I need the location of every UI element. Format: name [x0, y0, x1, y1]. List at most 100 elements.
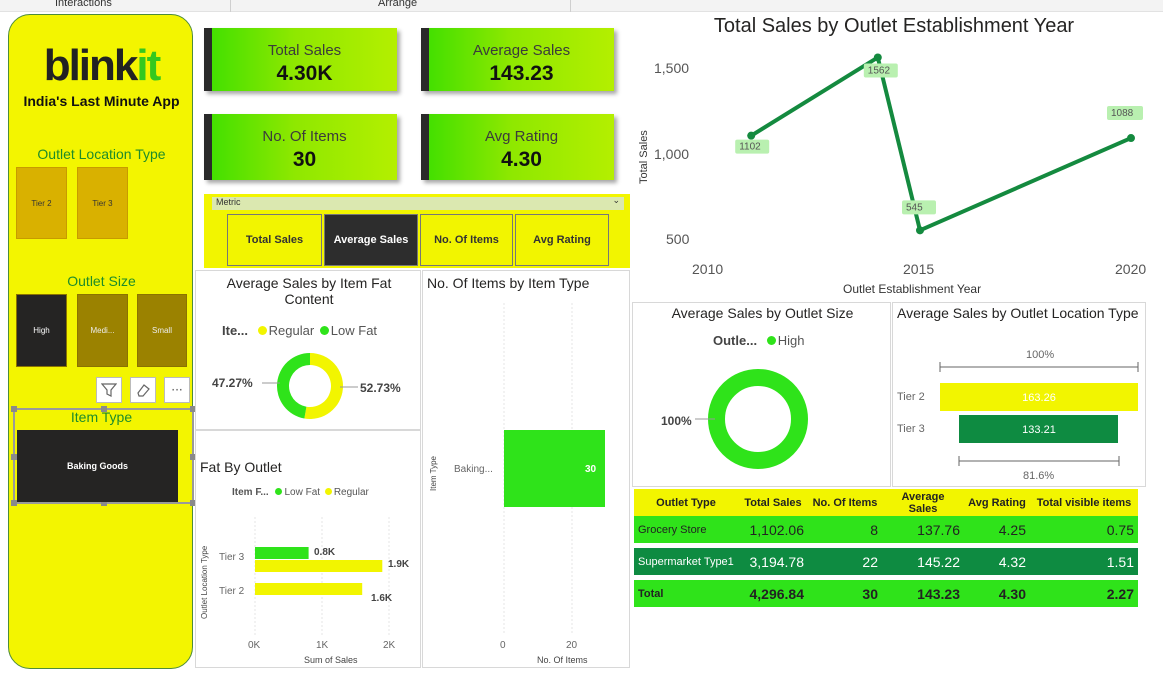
- chevron-down-icon[interactable]: ⌄: [612, 195, 620, 206]
- table-cell: 143.23: [882, 580, 964, 607]
- slice-high: [708, 369, 808, 469]
- metric-header: Metric: [216, 197, 241, 207]
- location-tier3-button[interactable]: Tier 3: [77, 167, 128, 239]
- table-cell: 4.32: [964, 548, 1030, 575]
- kpi-label: Total Sales: [267, 42, 342, 59]
- y-axis-title: Item Type: [429, 455, 438, 491]
- table-row[interactable]: Supermarket Type1 3,194.78 22 145.22 4.3…: [634, 548, 1138, 575]
- table-cell: Grocery Store: [634, 516, 738, 543]
- fat-by-outlet-chart: Outlet Location Type Tier 3 Tier 2 0.8K …: [200, 517, 410, 665]
- arrange-tab[interactable]: Arrange: [378, 0, 417, 9]
- table-header-row: Outlet Type Total Sales No. Of Items Ave…: [634, 489, 1138, 516]
- item-type-title: Item Type: [70, 409, 133, 425]
- table-cell: 4.30: [964, 580, 1030, 607]
- fat-donut-slices: [277, 353, 343, 419]
- bar-data-label: 163.26: [1022, 392, 1056, 404]
- bar-data-label: 1.9K: [388, 559, 410, 570]
- legend-item: High: [777, 333, 805, 348]
- outlet-size-donut-panel: Average Sales by Outlet Size Outle... Hi…: [632, 302, 891, 487]
- column-header[interactable]: Total visible items: [1030, 489, 1138, 516]
- table-cell: 2.27: [1030, 580, 1138, 607]
- column-header[interactable]: No. Of Items: [808, 489, 882, 516]
- bottom-pct-label: 81.6%: [1023, 470, 1054, 482]
- table-cell: 1,102.06: [738, 516, 808, 543]
- y-tick: 1,000: [654, 146, 689, 162]
- fat-content-donut-chart: 47.27% 52.73%: [212, 353, 401, 419]
- line-points: 1102 1562 545 1088: [735, 53, 1143, 235]
- legend-title: Outle...: [713, 333, 758, 348]
- bar-data-label: 0.8K: [314, 547, 336, 558]
- category-label: Tier 2: [897, 391, 925, 403]
- x-tick: 1K: [316, 640, 329, 651]
- outlet-type-table: Outlet Type Total Sales No. Of Items Ave…: [634, 489, 1138, 607]
- top-pct-label: 100%: [1026, 349, 1054, 361]
- category-label: Tier 2: [219, 586, 245, 597]
- metric-total-sales-button[interactable]: Total Sales: [227, 214, 322, 266]
- location-tier2-button[interactable]: Tier 2: [16, 167, 67, 239]
- x-axis-title: Outlet Establishment Year: [843, 282, 981, 296]
- bar-data-label: 133.21: [1022, 424, 1056, 436]
- interactions-tab[interactable]: Interactions: [55, 0, 112, 9]
- x-tick: 2015: [903, 261, 934, 277]
- kpi-value: 30: [292, 148, 317, 171]
- line-point: [747, 131, 756, 140]
- table-cell: 4,296.84: [738, 580, 808, 607]
- y-tick: 1,500: [654, 60, 689, 76]
- line-point: [916, 226, 924, 235]
- legend-item: Regular: [268, 323, 315, 338]
- tagline: India's Last Minute App: [23, 93, 180, 109]
- outlet-size-donut-chart: 100%: [661, 369, 808, 469]
- column-header[interactable]: Avg Rating: [964, 489, 1030, 516]
- kpi-average-sales: Average Sales 143.23: [421, 28, 614, 91]
- sales-line: [750, 55, 1132, 233]
- legend-dot: [324, 487, 332, 495]
- kpi-label: No. Of Items: [262, 128, 347, 145]
- line-point: [1127, 134, 1135, 143]
- slice-low-fat: [277, 353, 310, 419]
- table-cell: 4.25: [964, 516, 1030, 543]
- location-filter-title: Outlet Location Type: [37, 146, 166, 162]
- x-tick: 20: [566, 640, 578, 651]
- table-total-row: Total 4,296.84 30 143.23 4.30 2.27: [634, 580, 1138, 607]
- bar-low-fat-tier-3: [255, 547, 309, 559]
- item-type-baking-goods-button[interactable]: Baking Goods: [17, 430, 178, 502]
- slice-regular: [304, 353, 343, 419]
- fat-content-donut-panel: Average Sales by Item Fat Content Ite...…: [195, 270, 421, 430]
- point-data-label: 1102: [739, 142, 761, 153]
- legend-dot: [257, 326, 267, 336]
- legend-title: Ite...: [222, 323, 249, 338]
- table-cell: Supermarket Type1: [634, 548, 738, 575]
- point-data-label: 1562: [868, 65, 891, 76]
- metric-dropdown[interactable]: Metric ⌄: [212, 195, 624, 210]
- x-tick: 2010: [692, 261, 723, 277]
- outlet-size-title: Average Sales by Outlet Size: [671, 305, 854, 321]
- column-header[interactable]: Average Sales: [882, 489, 964, 516]
- category-label: Baking...: [454, 464, 493, 475]
- size-small-button[interactable]: Small: [137, 294, 187, 367]
- eraser-icon[interactable]: [130, 377, 156, 403]
- table-cell: 0.75: [1030, 516, 1138, 543]
- x-axis-title: Sum of Sales: [304, 655, 358, 665]
- metric-no-of-items-button[interactable]: No. Of Items: [420, 214, 513, 266]
- location-bars-title: Average Sales by Outlet Location Type: [897, 305, 1139, 321]
- y-axis-title: Outlet Location Type: [200, 545, 209, 619]
- more-icon[interactable]: ···: [164, 377, 190, 403]
- sales-by-year-panel: Total Sales by Outlet Establishment Year…: [634, 12, 1154, 300]
- metric-average-sales-button[interactable]: Average Sales: [324, 214, 418, 266]
- items-by-type-chart: Item Type Baking... 30 0 20 No. Of Items: [429, 303, 605, 665]
- kpi-label: Average Sales: [472, 42, 571, 59]
- table-cell: 137.76: [882, 516, 964, 543]
- table-cell: 8: [808, 516, 882, 543]
- size-high-button[interactable]: High: [16, 294, 67, 367]
- size-medium-button[interactable]: Medi...: [77, 294, 128, 367]
- metric-avg-rating-button[interactable]: Avg Rating: [515, 214, 609, 266]
- location-bars-chart: 100% Tier 2 Tier 3 163.26 133.21 81.6%: [897, 349, 1139, 482]
- column-header[interactable]: Outlet Type: [634, 489, 738, 516]
- table-row[interactable]: Grocery Store 1,102.06 8 137.76 4.25 0.7…: [634, 516, 1138, 543]
- bar-data-label: 1.6K: [371, 593, 393, 604]
- column-header[interactable]: Total Sales: [738, 489, 808, 516]
- metric-slicer: Metric ⌄ Total Sales Average Sales No. O…: [204, 194, 630, 268]
- point-data-label: 545: [906, 202, 923, 213]
- category-label: Tier 3: [897, 423, 925, 435]
- funnel-icon[interactable]: [96, 377, 122, 403]
